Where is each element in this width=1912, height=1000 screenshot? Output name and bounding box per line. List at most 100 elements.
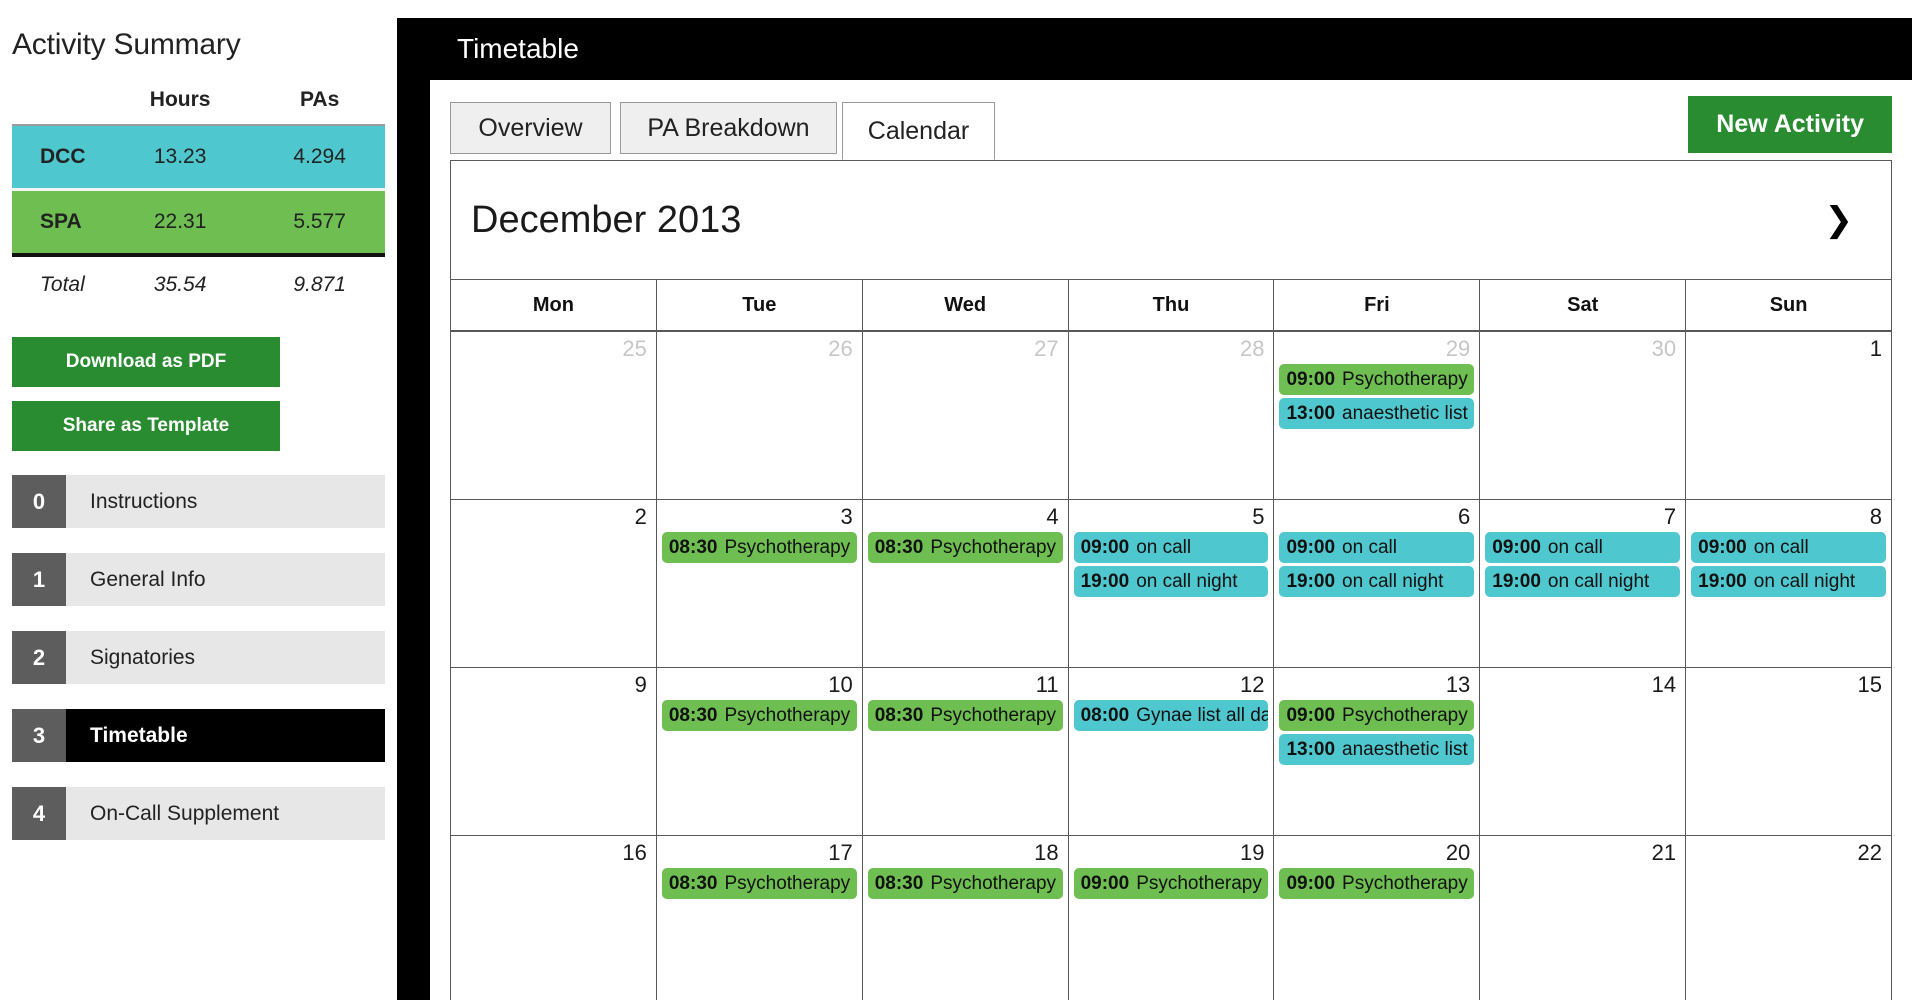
calendar-day-cell[interactable]: 18 08:30 Psychotherapy (863, 836, 1069, 1000)
calendar-day-number: 28 (1239, 336, 1265, 361)
event-name: Psychotherapy (724, 536, 851, 558)
calendar-event[interactable]: 08:30 Psychotherapy (661, 532, 857, 564)
event-name: on call (1136, 536, 1192, 558)
calendar-day-cell[interactable]: 15 (1686, 668, 1891, 835)
calendar-event[interactable]: 13:00 anaesthetic list (1279, 734, 1475, 766)
content-area: Overview PA Breakdown Calendar New Activ… (430, 80, 1912, 1000)
calendar-week-row: 25 26 27 28 29 09:00 Psychotherapy 13:00 anaesth… (451, 332, 1891, 500)
calendar-event[interactable]: 09:00 Psychotherapy (1279, 868, 1475, 900)
calendar-event[interactable]: 08:30 Psychotherapy (661, 700, 857, 732)
event-name: Psychotherapy (1342, 368, 1468, 390)
sidebar-item-label: Timetable (90, 723, 188, 747)
event-name: on call (1342, 536, 1397, 558)
calendar-event[interactable]: 19:00 on call night (1691, 566, 1887, 598)
calendar-day-cell[interactable]: 22 (1686, 836, 1891, 1000)
calendar-day-cell[interactable]: 5 09:00 on call 19:00 on call night (1069, 500, 1275, 667)
calendar-event[interactable]: 09:00 on call (1485, 532, 1681, 564)
tab-pa-breakdown[interactable]: PA Breakdown (620, 102, 837, 154)
calendar-day-cell[interactable]: 26 (657, 332, 863, 499)
calendar-event[interactable]: 08:30 Psychotherapy (867, 868, 1063, 900)
calendar-day-cell[interactable]: 2 (451, 500, 657, 667)
summary-header-blank (12, 82, 106, 125)
day-header-fri: Fri (1274, 280, 1481, 330)
calendar-day-number: 8 (1869, 504, 1883, 529)
calendar-event[interactable]: 13:00 anaesthetic list (1279, 398, 1475, 430)
calendar-day-cell[interactable]: 12 08:00 Gynae list all day (1069, 668, 1275, 835)
event-name: on call night (1547, 570, 1650, 592)
calendar-day-number: 3 (840, 504, 853, 529)
calendar-day-cell[interactable]: 6 09:00 on call 19:00 on call night (1274, 500, 1481, 667)
calendar-day-headers: Mon Tue Wed Thu Fri Sat Sun (451, 280, 1891, 332)
calendar-day-number: 30 (1651, 336, 1677, 361)
calendar-day-cell[interactable]: 28 (1069, 332, 1275, 499)
calendar-week-row: 16 17 08:30 Psychotherapy 18 08:30 Psychothera… (451, 836, 1891, 1000)
sidebar-item-number: 2 (12, 631, 66, 684)
calendar-day-cell[interactable]: 8 09:00 on call 19:00 on call night (1686, 500, 1891, 667)
calendar-day-cell[interactable]: 11 08:30 Psychotherapy (863, 668, 1069, 835)
sidebar-item-signatories[interactable]: 2 Signatories (12, 631, 385, 684)
calendar-day-cell[interactable]: 14 (1480, 668, 1687, 835)
tab-overview[interactable]: Overview (450, 102, 611, 154)
download-pdf-button[interactable]: Download as PDF (12, 337, 280, 387)
calendar-event[interactable]: 19:00 on call night (1073, 566, 1269, 598)
event-time: 09:00 (1080, 536, 1130, 558)
calendar-day-cell[interactable]: 30 (1480, 332, 1687, 499)
sidebar-item-number: 4 (12, 787, 66, 840)
sidebar-item-instructions[interactable]: 0 Instructions (12, 475, 385, 528)
event-time: 19:00 (1080, 570, 1130, 592)
calendar-event[interactable]: 19:00 on call night (1279, 566, 1475, 598)
event-time: 08:30 (874, 704, 924, 726)
share-template-button[interactable]: Share as Template (12, 401, 280, 451)
event-time: 09:00 (1286, 536, 1336, 558)
table-row-total: Total 35.54 9.871 (12, 253, 385, 313)
calendar-day-cell[interactable]: 10 08:30 Psychotherapy (657, 668, 863, 835)
calendar-event[interactable]: 08:30 Psychotherapy (661, 868, 857, 900)
calendar-event[interactable]: 19:00 on call night (1485, 566, 1681, 598)
calendar-day-cell[interactable]: 19 09:00 Psychotherapy (1069, 836, 1275, 1000)
calendar-day-number: 29 (1445, 336, 1471, 361)
calendar-event[interactable]: 09:00 on call (1691, 532, 1887, 564)
chevron-right-icon[interactable]: ❯ (1815, 197, 1864, 243)
tab-calendar[interactable]: Calendar (842, 102, 995, 160)
new-activity-button[interactable]: New Activity (1688, 96, 1892, 153)
sidebar-item-label: Signatories (90, 645, 196, 669)
calendar-day-cell[interactable]: 4 08:30 Psychotherapy (863, 500, 1069, 667)
event-name: Psychotherapy (1136, 872, 1262, 894)
calendar-event[interactable]: 09:00 on call (1073, 532, 1269, 564)
calendar-week-row: 2 3 08:30 Psychotherapy 4 08:30 Psychotherapy 5… (451, 500, 1891, 668)
sidebar-item-number: 3 (12, 709, 66, 762)
calendar-day-number: 18 (1034, 840, 1059, 865)
calendar-day-cell[interactable]: 25 (451, 332, 657, 499)
calendar-day-cell[interactable]: 29 09:00 Psychotherapy 13:00 anaesthetic lis… (1274, 332, 1481, 499)
calendar-day-cell[interactable]: 9 (451, 668, 657, 835)
calendar-day-number: 12 (1239, 672, 1265, 697)
calendar-day-cell[interactable]: 27 (863, 332, 1069, 499)
calendar-day-cell[interactable]: 1 (1686, 332, 1891, 499)
summary-table-head: Hours PAs (12, 82, 385, 125)
sidebar-item-timetable[interactable]: 3 Timetable (12, 709, 385, 762)
event-time: 09:00 (1286, 704, 1336, 726)
sidebar-item-general-info[interactable]: 1 General Info (12, 553, 385, 606)
calendar-day-cell[interactable]: 21 (1480, 836, 1687, 1000)
calendar-day-cell[interactable]: 20 09:00 Psychotherapy (1274, 836, 1481, 1000)
summary-header-hours: Hours (149, 88, 211, 111)
calendar-day-number: 27 (1034, 336, 1059, 361)
calendar-event[interactable]: 08:00 Gynae list all day (1073, 700, 1269, 732)
calendar-event[interactable]: 09:00 Psychotherapy (1073, 868, 1269, 900)
event-time: 09:00 (1286, 368, 1336, 390)
event-name: anaesthetic list (1342, 402, 1468, 424)
event-time: 08:30 (668, 536, 718, 558)
sidebar-item-on-call-supplement[interactable]: 4 On-Call Supplement (12, 787, 385, 840)
calendar-event[interactable]: 09:00 Psychotherapy (1279, 364, 1475, 396)
calendar-event[interactable]: 08:30 Psychotherapy (867, 532, 1063, 564)
summary-row-hours: 22.31 (106, 188, 255, 255)
calendar-event[interactable]: 09:00 on call (1279, 532, 1475, 564)
calendar-day-cell[interactable]: 13 09:00 Psychotherapy 13:00 anaesthetic lis… (1274, 668, 1481, 835)
calendar-event[interactable]: 09:00 Psychotherapy (1279, 700, 1475, 732)
calendar-day-cell[interactable]: 3 08:30 Psychotherapy (657, 500, 863, 667)
calendar-event[interactable]: 08:30 Psychotherapy (867, 700, 1063, 732)
calendar-day-cell[interactable]: 7 09:00 on call 19:00 on call night (1480, 500, 1687, 667)
calendar-weeks: 25 26 27 28 29 09:00 Psychotherapy 13:00 anaesth… (451, 332, 1891, 1000)
calendar-day-cell[interactable]: 17 08:30 Psychotherapy (657, 836, 863, 1000)
calendar-day-cell[interactable]: 16 (451, 836, 657, 1000)
